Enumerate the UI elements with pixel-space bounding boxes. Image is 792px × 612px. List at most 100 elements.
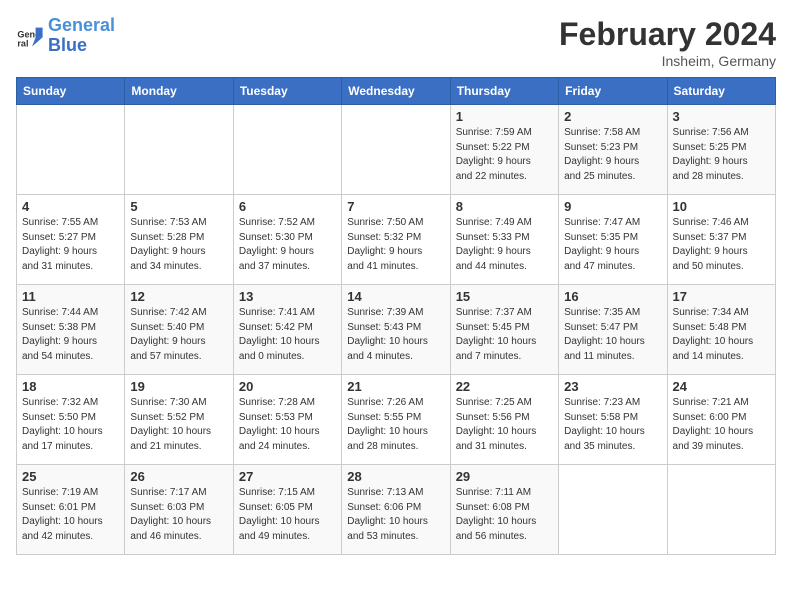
- day-info: Sunrise: 7:52 AM Sunset: 5:30 PM Dayligh…: [239, 216, 336, 274]
- calendar-cell: [667, 465, 775, 555]
- day-info: Sunrise: 7:39 AM Sunset: 5:43 PM Dayligh…: [347, 306, 444, 364]
- month-title: February 2024: [559, 16, 776, 53]
- calendar-cell: 17 Sunrise: 7:34 AM Sunset: 5:48 PM Dayli…: [667, 285, 775, 375]
- week-row-4: 18 Sunrise: 7:32 AM Sunset: 5:50 PM Dayli…: [17, 375, 776, 465]
- week-row-5: 25Sunrise: 7:19 AM Sunset: 6:01 PM Dayli…: [17, 465, 776, 555]
- day-info: Sunrise: 7:53 AM Sunset: 5:28 PM Dayligh…: [130, 216, 227, 274]
- day-info: Sunrise: 7:35 AM Sunset: 5:47 PM Dayligh…: [564, 306, 661, 364]
- header: Gene ral General Blue February 2024 Insh…: [16, 16, 776, 69]
- location-title: Insheim, Germany: [559, 53, 776, 69]
- weekday-header-wednesday: Wednesday: [342, 78, 450, 105]
- week-row-1: 1 Sunrise: 7:59 AM Sunset: 5:22 PM Daylig…: [17, 105, 776, 195]
- calendar-cell: [17, 105, 125, 195]
- logo: Gene ral General Blue: [16, 16, 115, 56]
- day-info: Sunrise: 7:19 AM Sunset: 6:01 PM Dayligh…: [22, 486, 119, 544]
- day-number: 1: [456, 109, 553, 124]
- week-row-3: 11 Sunrise: 7:44 AM Sunset: 5:38 PM Dayli…: [17, 285, 776, 375]
- calendar-cell: 29Sunrise: 7:11 AM Sunset: 6:08 PM Dayli…: [450, 465, 558, 555]
- day-number: 24: [673, 379, 770, 394]
- weekday-header-sunday: Sunday: [17, 78, 125, 105]
- calendar-table: SundayMondayTuesdayWednesdayThursdayFrid…: [16, 77, 776, 555]
- calendar-cell: [125, 105, 233, 195]
- calendar-cell: 13 Sunrise: 7:41 AM Sunset: 5:42 PM Dayli…: [233, 285, 341, 375]
- weekday-header-friday: Friday: [559, 78, 667, 105]
- day-info: Sunrise: 7:55 AM Sunset: 5:27 PM Dayligh…: [22, 216, 119, 274]
- day-number: 7: [347, 199, 444, 214]
- calendar-cell: 28Sunrise: 7:13 AM Sunset: 6:06 PM Dayli…: [342, 465, 450, 555]
- day-info: Sunrise: 7:23 AM Sunset: 5:58 PM Dayligh…: [564, 396, 661, 454]
- weekday-header-tuesday: Tuesday: [233, 78, 341, 105]
- day-number: 8: [456, 199, 553, 214]
- calendar-cell: 20 Sunrise: 7:28 AM Sunset: 5:53 PM Dayli…: [233, 375, 341, 465]
- calendar-cell: 3 Sunrise: 7:56 AM Sunset: 5:25 PM Daylig…: [667, 105, 775, 195]
- weekday-header-saturday: Saturday: [667, 78, 775, 105]
- calendar-cell: 2 Sunrise: 7:58 AM Sunset: 5:23 PM Daylig…: [559, 105, 667, 195]
- logo-text-line1: General: [48, 16, 115, 36]
- calendar-cell: 26 Sunrise: 7:17 AM Sunset: 6:03 PM Dayli…: [125, 465, 233, 555]
- day-number: 12: [130, 289, 227, 304]
- day-number: 14: [347, 289, 444, 304]
- day-number: 16: [564, 289, 661, 304]
- day-info: Sunrise: 7:32 AM Sunset: 5:50 PM Dayligh…: [22, 396, 119, 454]
- day-info: Sunrise: 7:26 AM Sunset: 5:55 PM Dayligh…: [347, 396, 444, 454]
- calendar-cell: 4 Sunrise: 7:55 AM Sunset: 5:27 PM Daylig…: [17, 195, 125, 285]
- calendar-cell: 12Sunrise: 7:42 AM Sunset: 5:40 PM Dayli…: [125, 285, 233, 375]
- day-number: 23: [564, 379, 661, 394]
- calendar-cell: 15 Sunrise: 7:37 AM Sunset: 5:45 PM Dayli…: [450, 285, 558, 375]
- calendar-cell: 24 Sunrise: 7:21 AM Sunset: 6:00 PM Dayli…: [667, 375, 775, 465]
- day-number: 17: [673, 289, 770, 304]
- day-info: Sunrise: 7:46 AM Sunset: 5:37 PM Dayligh…: [673, 216, 770, 274]
- day-info: Sunrise: 7:49 AM Sunset: 5:33 PM Dayligh…: [456, 216, 553, 274]
- weekday-header-monday: Monday: [125, 78, 233, 105]
- calendar-cell: 7 Sunrise: 7:50 AM Sunset: 5:32 PM Daylig…: [342, 195, 450, 285]
- calendar-cell: 23 Sunrise: 7:23 AM Sunset: 5:58 PM Dayli…: [559, 375, 667, 465]
- calendar-cell: 25Sunrise: 7:19 AM Sunset: 6:01 PM Dayli…: [17, 465, 125, 555]
- calendar-cell: 11 Sunrise: 7:44 AM Sunset: 5:38 PM Dayli…: [17, 285, 125, 375]
- day-info: Sunrise: 7:58 AM Sunset: 5:23 PM Dayligh…: [564, 126, 661, 184]
- weekday-header-row: SundayMondayTuesdayWednesdayThursdayFrid…: [17, 78, 776, 105]
- calendar-cell: 18 Sunrise: 7:32 AM Sunset: 5:50 PM Dayli…: [17, 375, 125, 465]
- calendar-cell: 6 Sunrise: 7:52 AM Sunset: 5:30 PM Daylig…: [233, 195, 341, 285]
- calendar-cell: [559, 465, 667, 555]
- calendar-cell: 14 Sunrise: 7:39 AM Sunset: 5:43 PM Dayli…: [342, 285, 450, 375]
- day-number: 26: [130, 469, 227, 484]
- logo-icon: Gene ral: [16, 22, 44, 50]
- day-number: 21: [347, 379, 444, 394]
- day-info: Sunrise: 7:30 AM Sunset: 5:52 PM Dayligh…: [130, 396, 227, 454]
- calendar-cell: [233, 105, 341, 195]
- day-number: 19: [130, 379, 227, 394]
- calendar-cell: 10 Sunrise: 7:46 AM Sunset: 5:37 PM Dayli…: [667, 195, 775, 285]
- title-area: February 2024 Insheim, Germany: [559, 16, 776, 69]
- day-number: 28: [347, 469, 444, 484]
- day-number: 20: [239, 379, 336, 394]
- day-number: 27: [239, 469, 336, 484]
- day-info: Sunrise: 7:44 AM Sunset: 5:38 PM Dayligh…: [22, 306, 119, 364]
- day-info: Sunrise: 7:59 AM Sunset: 5:22 PM Dayligh…: [456, 126, 553, 184]
- day-info: Sunrise: 7:15 AM Sunset: 6:05 PM Dayligh…: [239, 486, 336, 544]
- day-number: 18: [22, 379, 119, 394]
- day-info: Sunrise: 7:17 AM Sunset: 6:03 PM Dayligh…: [130, 486, 227, 544]
- day-number: 22: [456, 379, 553, 394]
- day-info: Sunrise: 7:34 AM Sunset: 5:48 PM Dayligh…: [673, 306, 770, 364]
- day-number: 4: [22, 199, 119, 214]
- calendar-cell: 5Sunrise: 7:53 AM Sunset: 5:28 PM Daylig…: [125, 195, 233, 285]
- weekday-header-thursday: Thursday: [450, 78, 558, 105]
- day-number: 6: [239, 199, 336, 214]
- calendar-cell: 1 Sunrise: 7:59 AM Sunset: 5:22 PM Daylig…: [450, 105, 558, 195]
- day-number: 10: [673, 199, 770, 214]
- day-info: Sunrise: 7:41 AM Sunset: 5:42 PM Dayligh…: [239, 306, 336, 364]
- day-number: 3: [673, 109, 770, 124]
- day-info: Sunrise: 7:11 AM Sunset: 6:08 PM Dayligh…: [456, 486, 553, 544]
- day-number: 13: [239, 289, 336, 304]
- day-info: Sunrise: 7:50 AM Sunset: 5:32 PM Dayligh…: [347, 216, 444, 274]
- day-info: Sunrise: 7:21 AM Sunset: 6:00 PM Dayligh…: [673, 396, 770, 454]
- day-info: Sunrise: 7:56 AM Sunset: 5:25 PM Dayligh…: [673, 126, 770, 184]
- day-info: Sunrise: 7:47 AM Sunset: 5:35 PM Dayligh…: [564, 216, 661, 274]
- day-number: 2: [564, 109, 661, 124]
- day-number: 15: [456, 289, 553, 304]
- calendar-cell: [342, 105, 450, 195]
- calendar-cell: 16 Sunrise: 7:35 AM Sunset: 5:47 PM Dayli…: [559, 285, 667, 375]
- day-info: Sunrise: 7:28 AM Sunset: 5:53 PM Dayligh…: [239, 396, 336, 454]
- day-info: Sunrise: 7:37 AM Sunset: 5:45 PM Dayligh…: [456, 306, 553, 364]
- day-number: 11: [22, 289, 119, 304]
